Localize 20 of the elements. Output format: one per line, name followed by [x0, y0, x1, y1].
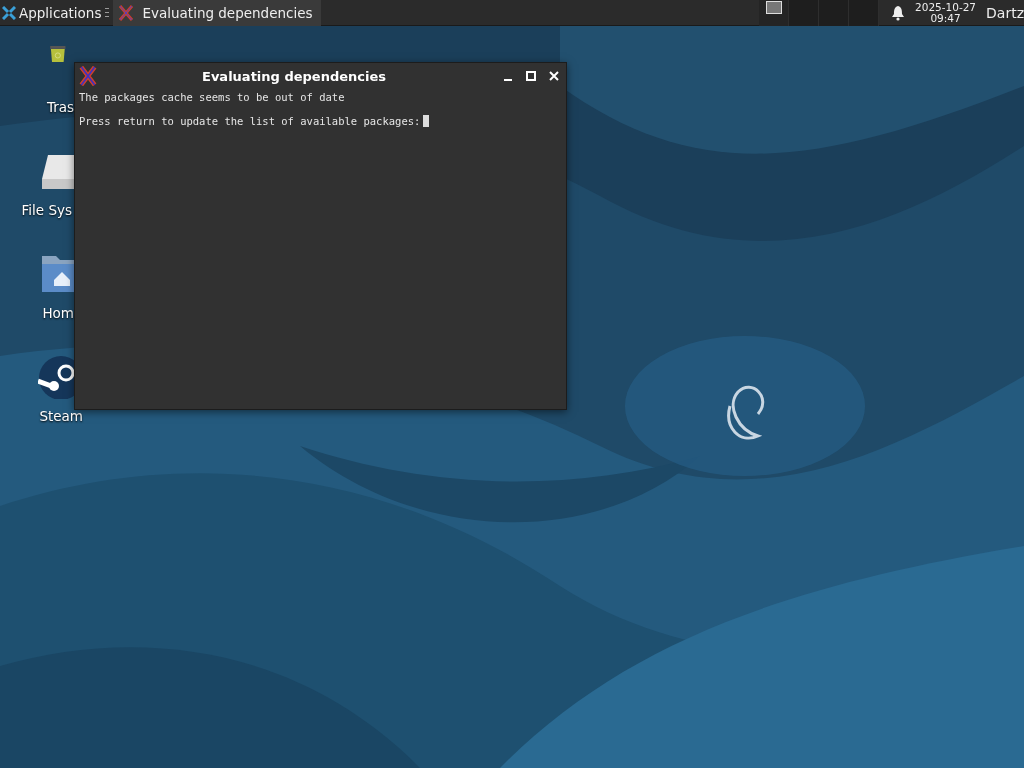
- workspace-button[interactable]: [759, 0, 789, 26]
- x-app-icon: [79, 66, 97, 86]
- taskbar-task[interactable]: Evaluating dependencies: [113, 0, 321, 26]
- terminal-text: The packages cache seems to be out of date: [79, 91, 345, 103]
- desktop-icon-label[interactable]: Hom: [42, 305, 74, 321]
- desktop-icon-label[interactable]: File Sys: [21, 202, 72, 218]
- notification-bell-icon[interactable]: [891, 4, 905, 21]
- window-title: Evaluating dependencies: [201, 68, 387, 84]
- terminal-text: Press return to update the list of available packages:: [79, 115, 421, 127]
- desktop-icon-label[interactable]: Tras: [46, 99, 74, 115]
- close-icon[interactable]: [548, 70, 560, 82]
- separator-handle-icon: [105, 7, 110, 18]
- desktop-icon-label[interactable]: Steam: [39, 408, 83, 424]
- text-cursor: [423, 115, 430, 127]
- clock[interactable]: 2025-10-27 09:47: [915, 1, 977, 24]
- maximize-icon[interactable]: [525, 70, 537, 82]
- applications-menu[interactable]: Applications: [0, 0, 104, 26]
- user-name[interactable]: Dartz: [986, 4, 1024, 21]
- x-app-icon: [118, 4, 135, 21]
- app-menu-icon: [2, 5, 16, 20]
